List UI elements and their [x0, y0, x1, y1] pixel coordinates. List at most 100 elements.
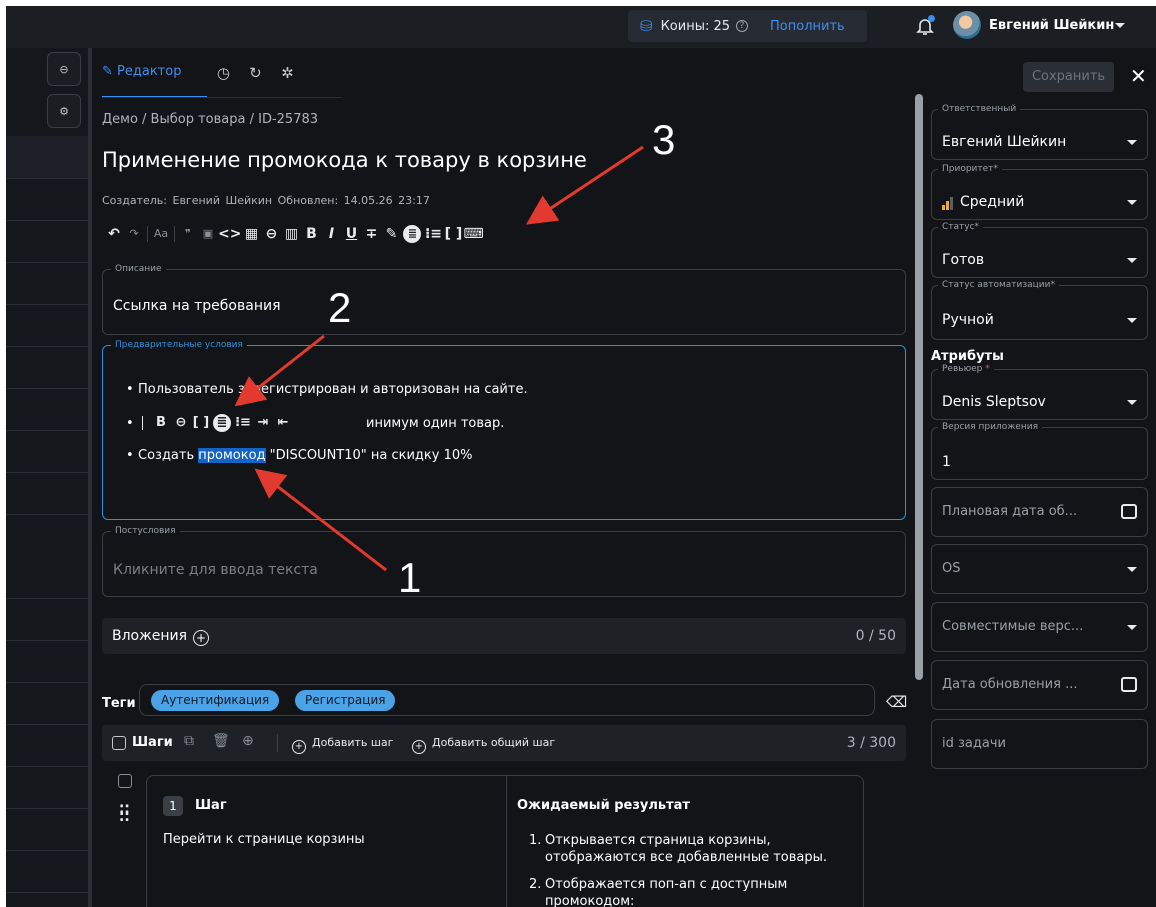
- copy-icon[interactable]: ⧉: [184, 733, 194, 749]
- postconditions-field[interactable]: Постусловия Кликните для ввода текста: [102, 526, 906, 597]
- code-block-icon[interactable]: ▣: [198, 224, 218, 244]
- image-icon[interactable]: ▥: [281, 224, 301, 244]
- numbered-list-icon[interactable]: ⁝≡: [423, 224, 443, 244]
- plus-icon: +: [412, 739, 426, 754]
- code-inline-icon[interactable]: <>: [218, 224, 241, 244]
- outdent-icon[interactable]: ⇤: [273, 413, 293, 433]
- add-attachment-icon[interactable]: +: [193, 630, 210, 646]
- tag-chip[interactable]: Регистрация: [295, 690, 396, 711]
- bell-icon[interactable]: [914, 15, 936, 37]
- brackets-icon[interactable]: [ ]: [443, 224, 463, 244]
- preconditions-field[interactable]: Предварительные условия Пользователь зар…: [102, 340, 906, 520]
- assignee-select[interactable]: Ответственный Евгений Шейкин: [931, 104, 1148, 160]
- panel-resize-handle[interactable]: [88, 48, 92, 907]
- select-all-steps-checkbox[interactable]: [112, 736, 126, 750]
- description-label: Описание: [115, 264, 162, 274]
- redo-icon[interactable]: ↷: [124, 224, 144, 244]
- link-icon[interactable]: ⊖: [261, 224, 281, 244]
- scrollbar[interactable]: [915, 94, 923, 680]
- list-item[interactable]: Пользователь зарегистрирован и авторизов…: [126, 382, 528, 397]
- expected-title: Ожидаемый результат: [517, 798, 690, 813]
- undo-icon[interactable]: ↶: [104, 224, 124, 244]
- row-divider: [6, 262, 88, 263]
- tag-chip[interactable]: Аутентификация: [151, 690, 280, 711]
- status-select[interactable]: Статус* Готов: [931, 222, 1148, 278]
- update-date-field[interactable]: Дата обновления ...: [931, 660, 1148, 710]
- os-select[interactable]: OS: [931, 544, 1148, 594]
- topup-link[interactable]: Пополнить: [770, 19, 845, 34]
- bullet-list-icon[interactable]: ≣: [213, 414, 231, 432]
- page-title[interactable]: Применение промокода к товару в корзине: [102, 148, 587, 172]
- bold-icon[interactable]: B: [301, 224, 321, 244]
- list-item-text[interactable]: "DISCOUNT10" на скидку 10%: [266, 448, 473, 463]
- strikethrough-icon[interactable]: ∓: [361, 224, 381, 244]
- delete-icon[interactable]: 🗑: [212, 733, 230, 749]
- calendar-icon[interactable]: [1121, 677, 1137, 692]
- add-shared-step-button[interactable]: + Добавить общий шаг: [412, 736, 555, 754]
- close-icon[interactable]: ✕: [1130, 64, 1147, 88]
- brackets-icon[interactable]: [ ]: [191, 413, 211, 433]
- step-card[interactable]: 1 Шаг Перейти к странице корзины Ожидаем…: [146, 775, 864, 907]
- refresh-icon[interactable]: ↻: [239, 64, 271, 94]
- highlight-icon[interactable]: ✎: [381, 224, 401, 244]
- reviewer-label-text: Ревьюер: [942, 364, 983, 374]
- description-text[interactable]: Ссылка на требования: [113, 298, 281, 314]
- list-item-text[interactable]: Создать: [138, 448, 198, 463]
- compatible-versions-select[interactable]: Совместимые верс...: [931, 602, 1148, 652]
- priority-select[interactable]: Приоритет* Средний: [931, 164, 1148, 220]
- save-button[interactable]: Сохранить: [1023, 62, 1114, 92]
- automation-status-select[interactable]: Статус автоматизации* Ручной: [931, 280, 1148, 340]
- help-icon[interactable]: ?: [736, 20, 749, 32]
- ai-icon[interactable]: ⚙: [47, 94, 81, 128]
- italic-icon[interactable]: I: [321, 224, 341, 244]
- indent-icon[interactable]: ⇥: [253, 413, 273, 433]
- app-version-field[interactable]: Версия приложения 1: [931, 422, 1148, 480]
- priority-icon: [942, 194, 954, 210]
- row-divider: [6, 388, 88, 389]
- list-item[interactable]: Создать промокод "DISCOUNT10" на скидку …: [126, 448, 473, 463]
- clear-tags-icon[interactable]: ⌫: [886, 693, 907, 711]
- drag-handle-icon[interactable]: ⁚⁚ ⁚⁚: [119, 804, 130, 824]
- history-icon[interactable]: ◷: [207, 64, 239, 94]
- postconditions-placeholder[interactable]: Кликните для ввода текста: [113, 562, 318, 578]
- step-checkbox[interactable]: [118, 774, 132, 788]
- row-divider: [6, 430, 88, 431]
- planned-date-field[interactable]: Плановая дата об...: [931, 487, 1148, 537]
- tags-label: Теги: [102, 696, 136, 711]
- numbered-list-icon[interactable]: ⁝≡: [233, 413, 253, 433]
- chevron-down-icon: [1127, 258, 1137, 263]
- selected-text[interactable]: промокод: [198, 448, 266, 463]
- reviewer-select[interactable]: Ревьюер * Denis Sleptsov: [931, 364, 1148, 420]
- add-nested-icon[interactable]: ⊕: [242, 733, 254, 749]
- font-size-icon[interactable]: Aa: [151, 224, 171, 244]
- tags-input[interactable]: Аутентификация Регистрация: [139, 684, 875, 716]
- bug-icon[interactable]: ✲: [271, 64, 303, 94]
- tab-editor[interactable]: ✎ Редактор: [102, 64, 208, 98]
- link-icon[interactable]: ⊖: [171, 413, 191, 433]
- keyboard-icon[interactable]: ⌨: [463, 224, 483, 244]
- expected-list[interactable]: 1. Открывается страница корзины, отобража…: [529, 832, 855, 907]
- step-action[interactable]: Перейти к странице корзины: [163, 832, 365, 847]
- quote-icon[interactable]: ❞: [178, 224, 198, 244]
- row-divider: [6, 808, 88, 809]
- chevron-down-icon[interactable]: [1115, 23, 1125, 28]
- list-item-text[interactable]: инимум один товар.: [366, 416, 504, 431]
- row-divider: [6, 640, 88, 641]
- avatar[interactable]: [953, 11, 981, 39]
- add-step-button[interactable]: + Добавить шаг: [292, 736, 393, 754]
- bold-icon[interactable]: B: [151, 413, 171, 433]
- underline-icon[interactable]: U: [341, 224, 361, 244]
- list-item[interactable]: 2. Отображается поп-ап с доступным промок…: [529, 876, 855, 907]
- breadcrumb[interactable]: Демо / Выбор товара / ID-25783: [102, 112, 318, 127]
- comment-icon[interactable]: ⊖: [47, 52, 81, 86]
- user-name[interactable]: Евгений Шейкин: [989, 18, 1114, 33]
- item-text: Открывается страница корзины, отображают…: [545, 833, 828, 865]
- list-item[interactable]: 1. Открывается страница корзины, отобража…: [529, 832, 855, 866]
- description-field[interactable]: Описание Ссылка на требования: [102, 264, 906, 335]
- task-id-field[interactable]: id задачи: [931, 719, 1148, 769]
- bullet-list-icon[interactable]: ≣: [403, 225, 422, 243]
- text-caret: [142, 416, 143, 430]
- table-icon[interactable]: ▦: [241, 224, 261, 244]
- attributes-title: Атрибуты: [931, 349, 1004, 364]
- calendar-icon[interactable]: [1121, 504, 1137, 519]
